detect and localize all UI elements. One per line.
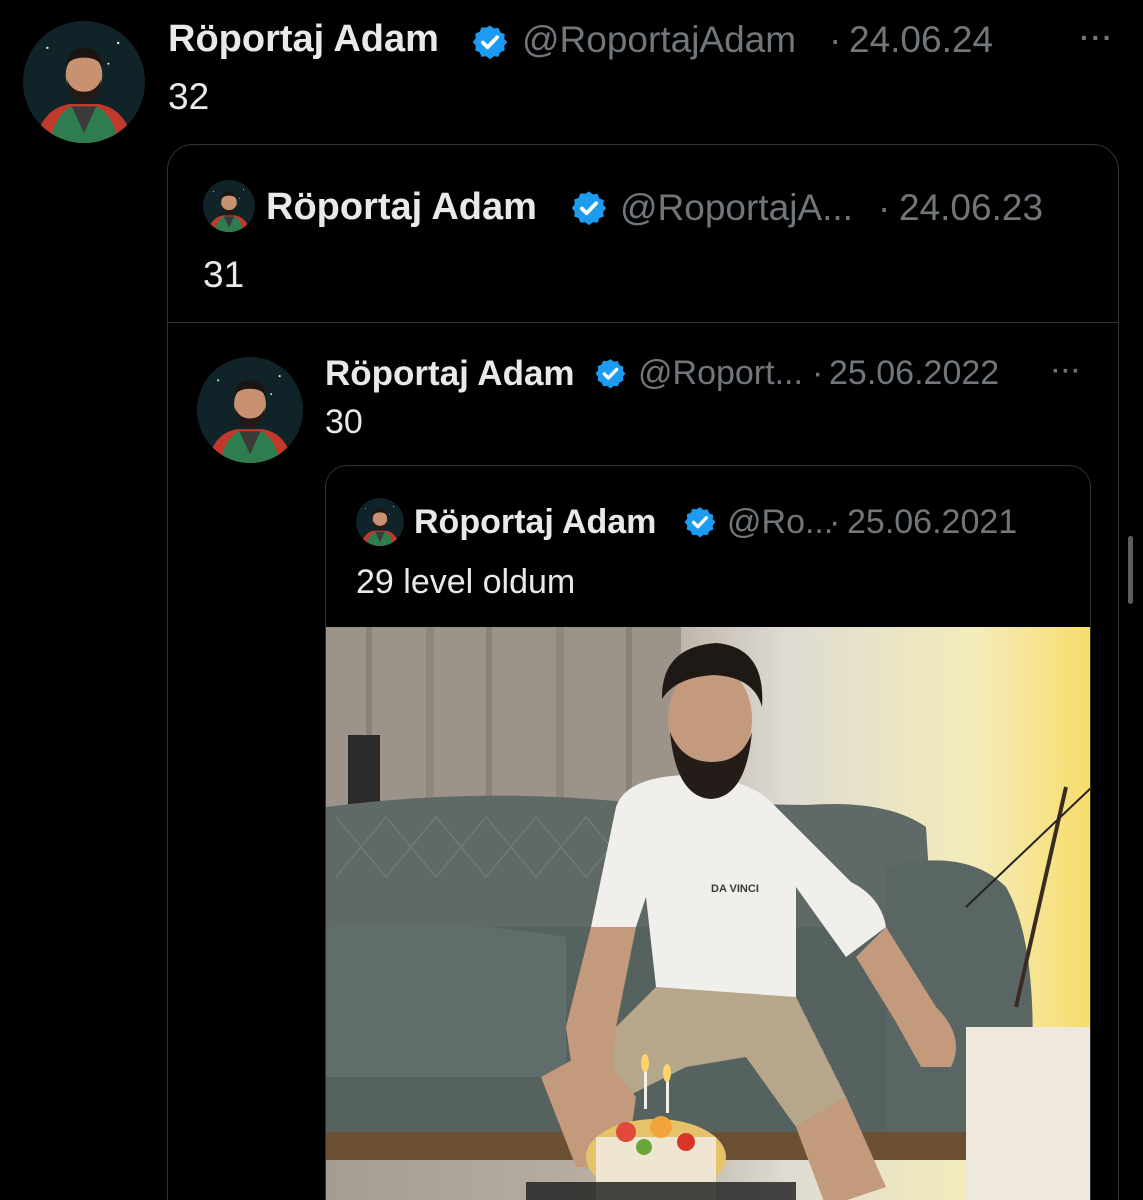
thread-divider: [167, 322, 1119, 323]
user-handle: @Roport...: [638, 354, 803, 392]
avatar: [197, 357, 303, 463]
display-name: Röportaj Adam: [266, 186, 537, 228]
scrollbar-thumb[interactable]: [1128, 536, 1133, 604]
avatar: [356, 498, 404, 546]
meta-separator: ·: [878, 187, 891, 228]
display-name: Röportaj Adam: [325, 354, 575, 393]
more-options-icon[interactable]: ···: [1080, 22, 1114, 54]
avatar: [203, 180, 255, 232]
tweet-text: 31: [203, 254, 245, 295]
verified-badge-icon: [471, 23, 509, 61]
user-handle: @Ro...: [727, 503, 834, 541]
display-name[interactable]: Röportaj Adam: [168, 18, 439, 61]
shirt-print-text: DA VINCI: [711, 883, 759, 895]
more-options-icon[interactable]: ···: [1052, 358, 1082, 386]
verified-badge-icon: [683, 505, 717, 539]
tweet-date[interactable]: 24.06.24: [849, 19, 993, 61]
tweet-date: 25.06.2021: [847, 503, 1018, 541]
user-handle: @RoportajA...: [620, 187, 853, 228]
tweet-text: 30: [325, 403, 363, 441]
meta-separator: ·: [829, 19, 842, 60]
display-name: Röportaj Adam: [414, 503, 657, 541]
tweet-date: 25.06.2022: [829, 354, 1000, 392]
avatar[interactable]: [23, 21, 145, 143]
tweet-text: 29 level oldum: [356, 563, 576, 601]
meta-separator: ·: [812, 354, 824, 392]
tweet-date: 24.06.23: [899, 187, 1044, 228]
verified-badge-icon: [570, 189, 608, 227]
verified-badge-icon: [594, 357, 627, 390]
user-handle[interactable]: @RoportajAdam: [522, 19, 796, 61]
tweet-text: 32: [168, 76, 210, 117]
meta-separator: ·: [829, 503, 841, 541]
tweet-photo[interactable]: DA VINCI: [326, 627, 1091, 1200]
